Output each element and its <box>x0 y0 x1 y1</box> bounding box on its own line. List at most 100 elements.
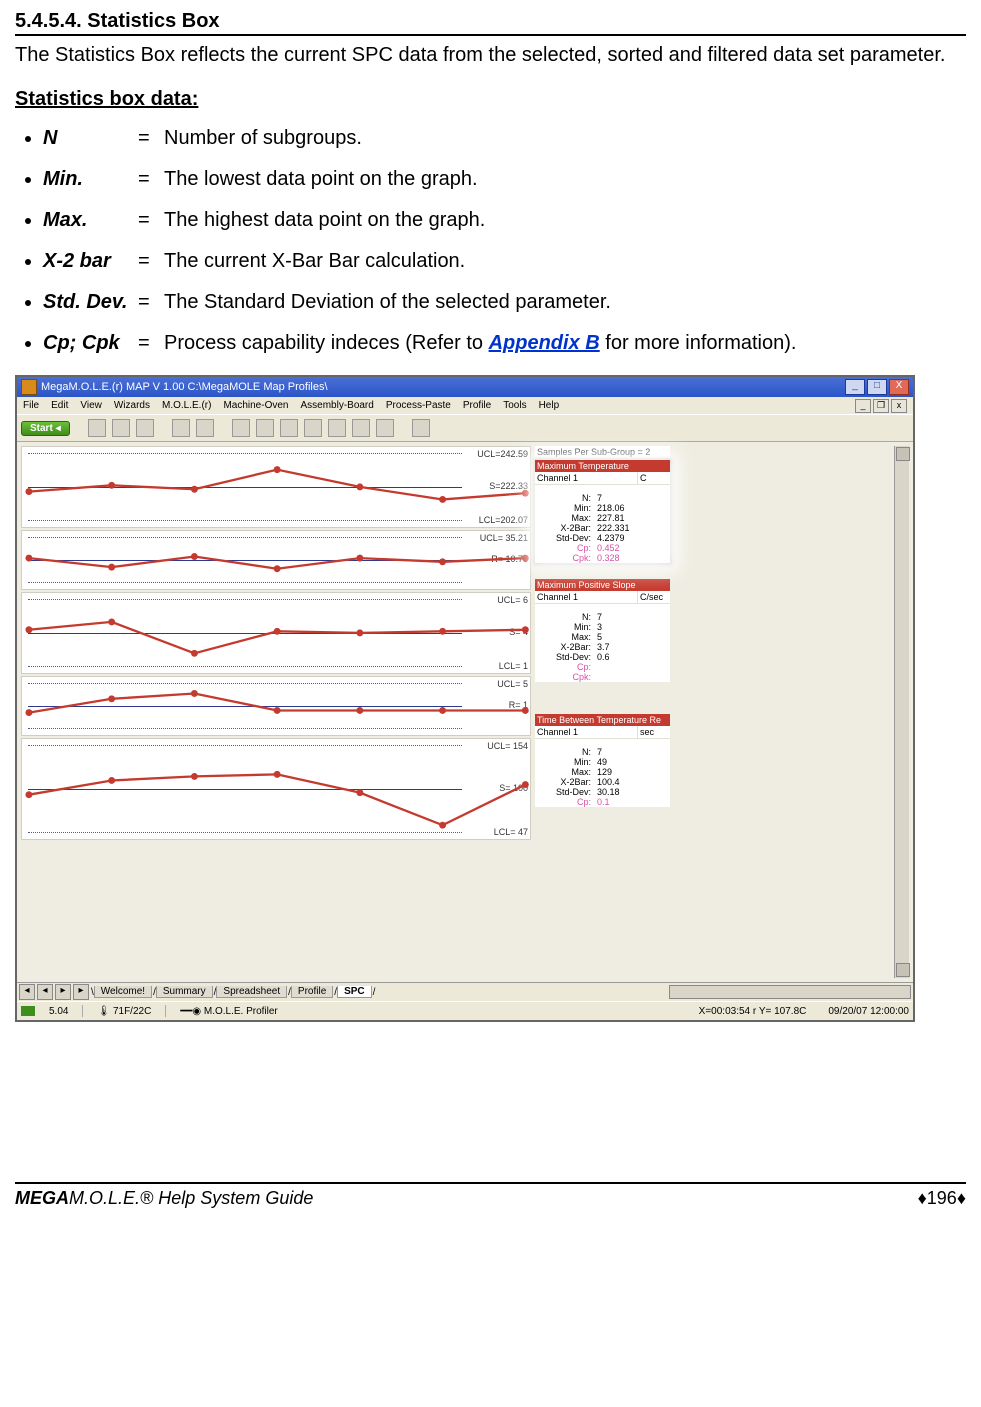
mdi-restore-button[interactable]: ❐ <box>873 399 889 413</box>
tab-nav-button[interactable]: ▸ <box>55 984 71 1000</box>
stat-value: 0.328 <box>595 553 670 563</box>
stat-key: Max: <box>535 632 595 642</box>
stat-key: Max: <box>535 513 595 523</box>
menu-item[interactable]: Wizards <box>114 400 150 411</box>
statistics-box: Time Between Temperature ReChannel 1secN… <box>535 714 670 807</box>
stat-key: Cp: <box>535 662 595 672</box>
mdi-close-button[interactable]: x <box>891 399 907 413</box>
stat-value: 0.1 <box>595 797 670 807</box>
minimize-button[interactable]: _ <box>845 379 865 395</box>
content-area: UCL=242.59S=222.33LCL=202.07UCL= 35.21R=… <box>17 442 913 982</box>
chart-line <box>22 447 530 539</box>
toolbar-icon[interactable] <box>376 419 394 437</box>
worksheet-tab[interactable]: Profile <box>291 986 333 998</box>
worksheet-tab[interactable]: Welcome! <box>94 986 152 998</box>
stat-key: N: <box>535 747 595 757</box>
stat-value: 218.06 <box>595 503 670 513</box>
def-desc: Number of subgroups. <box>164 127 362 149</box>
menu-item[interactable]: Edit <box>51 400 68 411</box>
start-button[interactable]: Start ◂ <box>21 421 70 436</box>
def-desc: The current X-Bar Bar calculation. <box>164 250 465 272</box>
status-temp: 🌡 71F/22C <box>97 1006 151 1017</box>
toolbar-icon[interactable] <box>280 419 298 437</box>
menu-item[interactable]: Tools <box>503 400 526 411</box>
stat-row: N:7 <box>535 493 670 503</box>
status-value: 5.04 <box>49 1006 68 1017</box>
spc-chart: UCL= 6S= 4LCL= 1 <box>21 592 531 674</box>
chart-line <box>22 531 530 598</box>
menu-item[interactable]: Help <box>539 400 560 411</box>
stat-value <box>595 662 670 672</box>
stat-row: Max:5 <box>535 632 670 642</box>
appendix-link[interactable]: Appendix B <box>489 332 600 354</box>
tab-nav-button[interactable]: ▸ <box>73 984 89 1000</box>
stat-box-title: Maximum Positive Slope <box>535 579 670 591</box>
tab-nav-button[interactable]: ◂ <box>37 984 53 1000</box>
stat-value <box>595 672 670 682</box>
chart-line <box>22 677 530 744</box>
toolbar-icon[interactable] <box>304 419 322 437</box>
toolbar-icon[interactable] <box>328 419 346 437</box>
horizontal-scrollbar[interactable] <box>669 985 911 999</box>
definition-item: Std. Dev.=The Standard Deviation of the … <box>43 289 966 316</box>
toolbar-icon[interactable] <box>172 419 190 437</box>
close-button[interactable]: X <box>889 379 909 395</box>
scroll-up-icon[interactable] <box>896 447 910 461</box>
stat-key: X-2Bar: <box>535 777 595 787</box>
vertical-scrollbar[interactable] <box>894 446 909 978</box>
statistics-box: Maximum TemperatureChannel 1CN:7Min:218.… <box>535 460 670 563</box>
menu-item[interactable]: Process-Paste <box>386 400 451 411</box>
spc-chart: UCL= 5R= 1 <box>21 676 531 736</box>
equals-sign: = <box>138 248 164 275</box>
footer-rule <box>15 1182 966 1184</box>
chart-line <box>22 593 530 685</box>
stat-row: Std-Dev:30.18 <box>535 787 670 797</box>
toolbar-icon[interactable] <box>412 419 430 437</box>
stat-key: X-2Bar: <box>535 523 595 533</box>
definition-item: N=Number of subgroups. <box>43 125 966 152</box>
toolbar-icon[interactable] <box>256 419 274 437</box>
toolbar-icon[interactable] <box>112 419 130 437</box>
equals-sign: = <box>138 166 164 193</box>
worksheet-tab[interactable]: SPC <box>337 986 372 998</box>
worksheet-tab[interactable]: Spreadsheet <box>216 986 287 998</box>
footer-left: MEGAM.O.L.E.® Help System Guide <box>15 1188 313 1209</box>
window-titlebar: MegaM.O.L.E.(r) MAP V 1.00 C:\MegaMOLE M… <box>17 377 913 397</box>
worksheet-tab[interactable]: Summary <box>156 986 213 998</box>
stat-value: 7 <box>595 493 670 503</box>
def-label: Min. <box>43 166 138 193</box>
scroll-down-icon[interactable] <box>896 963 910 977</box>
definition-item: X-2 bar=The current X-Bar Bar calculatio… <box>43 248 966 275</box>
stat-row: X-2Bar:100.4 <box>535 777 670 787</box>
menu-item[interactable]: View <box>80 400 102 411</box>
menu-item[interactable]: Machine-Oven <box>223 400 288 411</box>
stat-row: Min:3 <box>535 622 670 632</box>
mdi-minimize-button[interactable]: _ <box>855 399 871 413</box>
toolbar-icon[interactable] <box>136 419 154 437</box>
toolbar-icon[interactable] <box>352 419 370 437</box>
def-label: X-2 bar <box>43 248 138 275</box>
def-label: Max. <box>43 207 138 234</box>
menu-item[interactable]: File <box>23 400 39 411</box>
stats-column: Samples Per Sub-Group = 2Maximum Tempera… <box>535 446 670 978</box>
stat-key: X-2Bar: <box>535 642 595 652</box>
window-title: MegaM.O.L.E.(r) MAP V 1.00 C:\MegaMOLE M… <box>41 381 328 393</box>
menu-item[interactable]: Assembly-Board <box>300 400 373 411</box>
toolbar-icon[interactable] <box>232 419 250 437</box>
stat-row: X-2Bar:222.331 <box>535 523 670 533</box>
stat-value: 7 <box>595 747 670 757</box>
menu-item[interactable]: M.O.L.E.(r) <box>162 400 211 411</box>
toolbar-icon[interactable] <box>88 419 106 437</box>
footer-page: ♦196♦ <box>918 1188 966 1209</box>
tab-nav-button[interactable]: ◂ <box>19 984 35 1000</box>
channel-unit: C <box>638 472 670 484</box>
menu-item[interactable]: Profile <box>463 400 491 411</box>
stat-row: Cp:0.452 <box>535 543 670 553</box>
spc-chart: UCL=242.59S=222.33LCL=202.07 <box>21 446 531 528</box>
stat-row: Cpk:0.328 <box>535 553 670 563</box>
stat-key: Std-Dev: <box>535 652 595 662</box>
spc-chart: UCL= 35.21R= 10.78 <box>21 530 531 590</box>
worksheet-tabs: ◂◂▸▸\ Welcome! /Summary /Spreadsheet /Pr… <box>17 982 913 1001</box>
maximize-button[interactable]: □ <box>867 379 887 395</box>
toolbar-icon[interactable] <box>196 419 214 437</box>
